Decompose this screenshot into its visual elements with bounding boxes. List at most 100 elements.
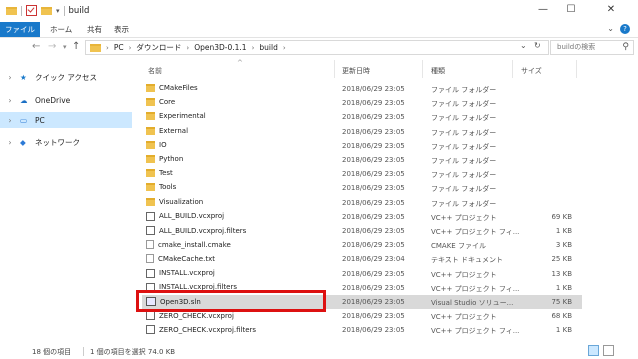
maximize-button[interactable]: ☐ [558, 2, 584, 18]
column-divider[interactable] [334, 60, 335, 78]
search-icon[interactable]: ⚲ [622, 41, 629, 54]
file-name-cell: INSTALL.vcxproj [146, 268, 215, 278]
file-name: IO [159, 140, 167, 149]
column-divider[interactable] [576, 60, 577, 78]
file-date: 2018/06/29 23:04 [342, 255, 405, 264]
refresh-icon[interactable]: ↻ [534, 41, 541, 50]
file-row[interactable]: cmake_install.cmake 2018/06/29 23:05 CMAKE… [142, 238, 582, 252]
file-date: 2018/06/29 23:05 [342, 312, 405, 321]
folder-icon [146, 98, 155, 107]
column-date[interactable]: 更新日時 [342, 66, 370, 76]
breadcrumb-separator-icon[interactable]: › [186, 44, 189, 52]
file-row[interactable]: Test 2018/06/29 23:05 ファイル フォルダー [142, 167, 582, 181]
breadcrumb-downloads[interactable]: ダウンロード [136, 42, 181, 53]
nav-item-network[interactable]: › ◆ ネットワーク [0, 134, 132, 150]
nav-item-pc[interactable]: › ▭ PC [0, 112, 132, 128]
expand-arrow-icon[interactable]: › [0, 138, 20, 147]
file-size: 68 KB [551, 312, 572, 321]
network-icon: ◆ [20, 137, 26, 147]
customize-toolbar-icon[interactable]: ▾ [56, 7, 60, 15]
document-icon [146, 240, 154, 250]
file-name-cell: Core [146, 98, 175, 107]
tab-view[interactable]: 表示 [114, 22, 129, 37]
status-divider [83, 347, 84, 356]
chevron-down-icon[interactable]: ⌄ [607, 24, 614, 33]
file-name: ALL_BUILD.vcxproj.filters [159, 226, 247, 235]
column-size[interactable]: サイズ [521, 66, 542, 76]
file-row[interactable]: Tools 2018/06/29 23:05 ファイル フォルダー [142, 181, 582, 195]
file-type: ファイル フォルダー [431, 86, 497, 94]
nav-label: OneDrive [35, 95, 71, 105]
nav-item-onedrive[interactable]: › ☁ OneDrive [0, 92, 132, 108]
file-size: 25 KB [551, 255, 572, 264]
large-icons-view-icon[interactable] [603, 345, 614, 356]
file-row[interactable]: CMakeCache.txt 2018/06/29 23:04 テキスト ドキュメン… [142, 252, 582, 266]
column-type[interactable]: 種類 [431, 66, 445, 76]
file-size: 3 KB [555, 241, 572, 250]
project-file-icon [146, 311, 155, 321]
file-name-cell: ALL_BUILD.vcxproj.filters [146, 226, 246, 235]
recent-locations-icon[interactable]: ▾ [63, 43, 67, 51]
file-name-cell: Experimental [146, 112, 206, 121]
file-date: 2018/06/29 23:05 [342, 241, 405, 250]
file-row[interactable]: ZERO_CHECK.vcxproj.filters 2018/06/29 23:… [142, 323, 582, 337]
file-row[interactable]: ALL_BUILD.vcxproj.filters 2018/06/29 23:0… [142, 224, 582, 238]
file-name-cell: ZERO_CHECK.vcxproj [146, 311, 234, 321]
address-dropdown-icon[interactable]: ⌄ [520, 41, 527, 50]
file-row[interactable]: Visualization 2018/06/29 23:05 ファイル フォルダー [142, 196, 582, 210]
expand-arrow-icon[interactable]: › [0, 96, 20, 105]
folder-icon [146, 140, 155, 149]
column-divider[interactable] [512, 60, 513, 78]
file-row[interactable]: CMakeFiles 2018/06/29 23:05 ファイル フォルダー [142, 82, 582, 96]
help-icon[interactable]: ? [620, 24, 630, 34]
column-divider[interactable] [422, 60, 423, 78]
breadcrumb-open3d[interactable]: Open3D-0.1.1 [194, 43, 246, 52]
selection-info: 1 個の項目を選択 74.0 KB [90, 348, 176, 356]
breadcrumb-build[interactable]: build [259, 43, 277, 52]
new-folder-icon[interactable] [41, 6, 52, 15]
file-row[interactable]: Python 2018/06/29 23:05 ファイル フォルダー [142, 153, 582, 167]
navigation-pane: › ★ クイック アクセス › ☁ OneDrive › ▭ PC › ◆ ネッ… [0, 60, 132, 342]
tab-file[interactable]: ファイル [0, 22, 40, 37]
file-type: ファイル フォルダー [431, 199, 497, 208]
breadcrumb-separator-icon[interactable]: › [283, 44, 286, 52]
forward-arrow-icon[interactable]: → [48, 41, 56, 52]
folder-icon [146, 126, 155, 135]
file-date: 2018/06/29 23:05 [342, 127, 405, 136]
address-bar[interactable]: › PC › ダウンロード › Open3D-0.1.1 › build › [85, 40, 549, 55]
file-type: ファイル フォルダー [431, 142, 497, 151]
breadcrumb-separator-icon[interactable]: › [106, 44, 109, 52]
file-name-cell: IO [146, 140, 167, 149]
breadcrumb-separator-icon[interactable]: › [252, 44, 255, 52]
up-arrow-icon[interactable]: ↑ [72, 41, 80, 52]
expand-arrow-icon[interactable]: › [0, 73, 20, 82]
breadcrumb-separator-icon[interactable]: › [129, 44, 132, 52]
file-row[interactable]: IO 2018/06/29 23:05 ファイル フォルダー [142, 139, 582, 153]
file-row[interactable]: External 2018/06/29 23:05 ファイル フォルダー [142, 125, 582, 139]
column-headers: ^ 名前 更新日時 種類 サイズ [132, 59, 638, 78]
folder-icon [90, 43, 101, 52]
column-name[interactable]: 名前 [148, 66, 162, 76]
properties-icon[interactable] [26, 5, 37, 16]
file-date: 2018/06/29 23:05 [342, 99, 405, 108]
file-row[interactable]: Experimental 2018/06/29 23:05 ファイル フォルダー [142, 110, 582, 124]
breadcrumb-pc[interactable]: PC [114, 43, 124, 52]
nav-item-quick-access[interactable]: › ★ クイック アクセス [0, 69, 132, 85]
minimize-button[interactable]: — [530, 2, 556, 18]
file-row[interactable]: Core 2018/06/29 23:05 ファイル フォルダー [142, 96, 582, 110]
tab-home[interactable]: ホーム [50, 22, 72, 37]
close-button[interactable]: ✕ [598, 2, 624, 18]
file-row[interactable]: INSTALL.vcxproj 2018/06/29 23:05 VC++ プロジェ… [142, 267, 582, 281]
file-name: ALL_BUILD.vcxproj [159, 212, 225, 221]
details-view-icon[interactable] [588, 345, 599, 356]
tab-share[interactable]: 共有 [87, 22, 102, 37]
file-type: ファイル フォルダー [431, 128, 497, 137]
search-input[interactable]: buildの検索 ⚲ [550, 40, 634, 55]
folder-icon [146, 169, 155, 178]
file-row[interactable]: ALL_BUILD.vcxproj 2018/06/29 23:05 VC++ プロ… [142, 210, 582, 224]
expand-arrow-icon[interactable]: › [0, 116, 20, 125]
computer-icon: ▭ [20, 115, 28, 125]
file-size: 13 KB [551, 269, 572, 278]
back-arrow-icon[interactable]: ← [32, 41, 40, 52]
file-name-cell: CMakeCache.txt [146, 254, 215, 264]
